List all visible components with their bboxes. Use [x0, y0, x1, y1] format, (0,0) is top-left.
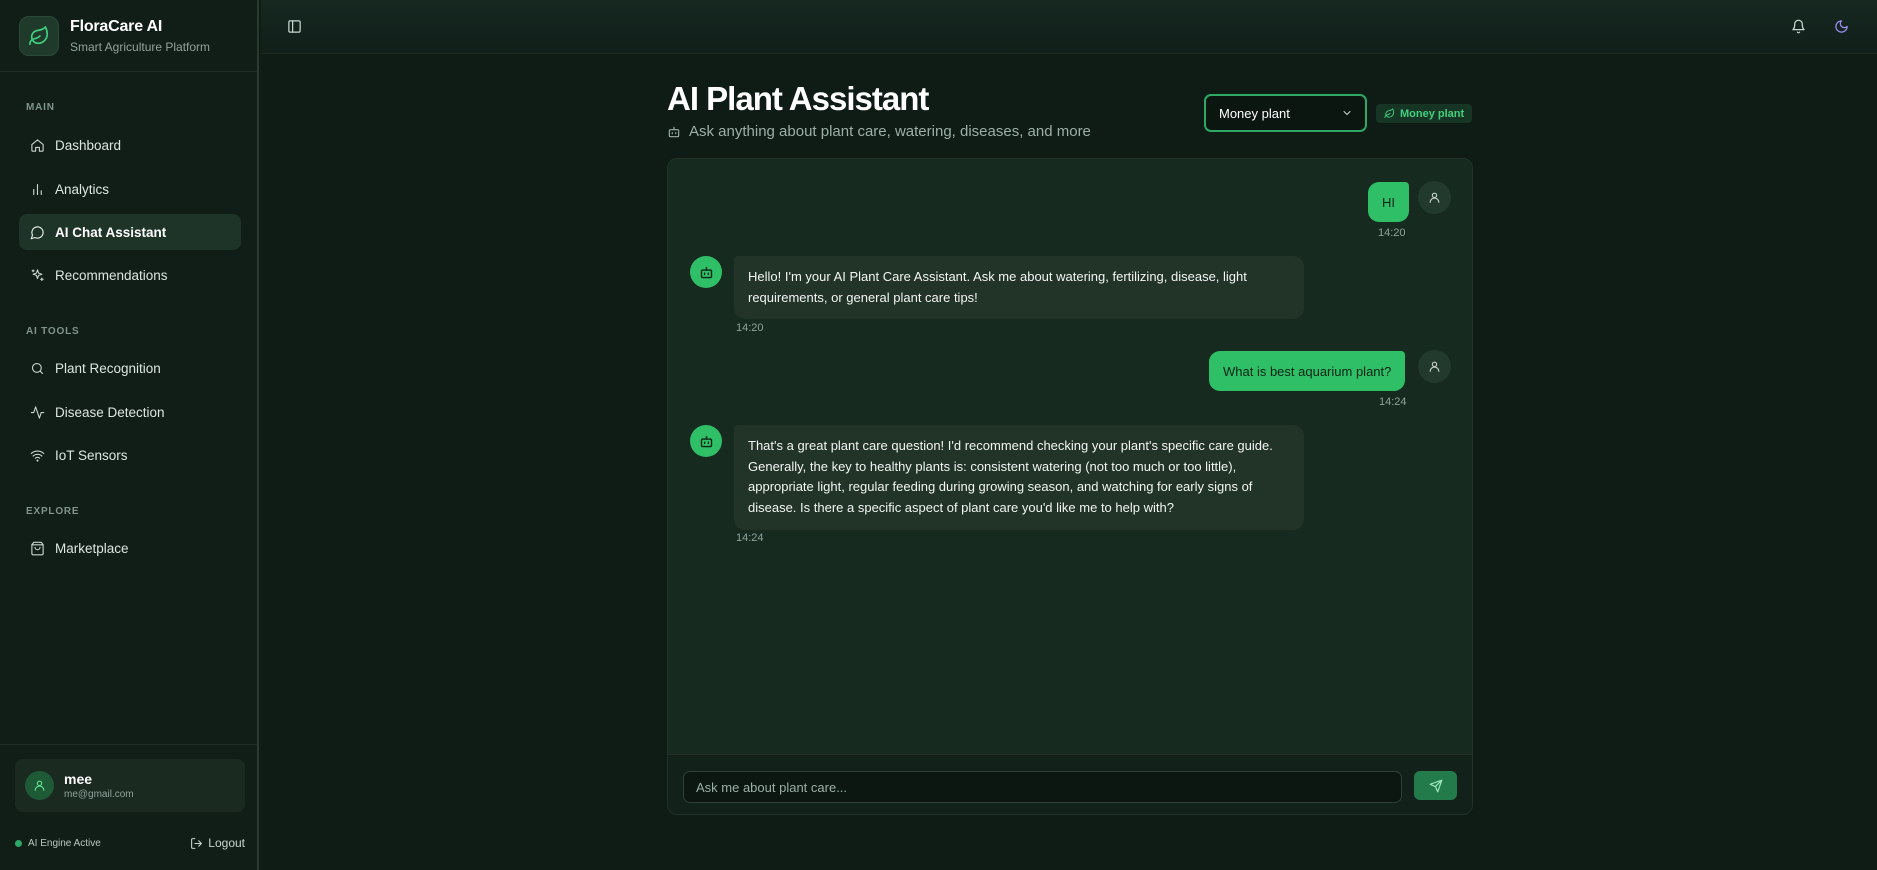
- sparkles-icon: [31, 268, 44, 281]
- sidebar-item-label: Dashboard: [55, 137, 122, 153]
- leaf-icon: [1384, 108, 1395, 119]
- brand: FloraCare AI Smart Agriculture Platform: [0, 0, 257, 72]
- sidebar-item-label: AI Chat Assistant: [55, 224, 167, 240]
- wifi-icon: [30, 450, 45, 462]
- sidebar-toggle-icon[interactable]: [284, 16, 304, 36]
- sidebar-item-label: Plant Recognition: [55, 360, 161, 376]
- bar-chart-icon: [33, 183, 42, 195]
- activity-icon: [30, 405, 45, 419]
- sidebar-divider: [0, 744, 257, 745]
- plant-badge-label: Money plant: [1400, 107, 1465, 120]
- send-button[interactable]: [1414, 771, 1457, 800]
- sidebar-item-iot-sensors[interactable]: IoT Sensors: [19, 437, 241, 473]
- brand-subtitle: Smart Agriculture Platform: [70, 39, 211, 54]
- ai-status-label: AI Engine Active: [28, 837, 101, 849]
- bot-message: Hello! I'm your AI Plant Care Assistant.…: [734, 256, 1304, 320]
- message-timestamp: 14:20: [1378, 227, 1406, 239]
- plant-select[interactable]: Money plant: [1204, 94, 1367, 132]
- sidebar-item-label: IoT Sensors: [55, 447, 128, 463]
- page-title: AI Plant Assistant: [667, 80, 929, 117]
- sidebar-item-label: Recommendations: [55, 267, 168, 283]
- search-icon: [31, 362, 44, 374]
- logout-label: Logout: [208, 836, 245, 850]
- sidebar-item-label: Marketplace: [55, 540, 129, 556]
- topbar: [261, 0, 1877, 54]
- message-timestamp: 14:24: [736, 532, 764, 544]
- home-icon: [31, 138, 44, 152]
- sidebar-item-dashboard[interactable]: Dashboard: [19, 127, 241, 163]
- ai-status: AI Engine Active: [15, 838, 101, 849]
- send-icon: [1429, 779, 1442, 792]
- sidebar: FloraCare AI Smart Agriculture Platform …: [0, 0, 259, 870]
- logout-button[interactable]: Logout: [190, 836, 245, 850]
- user-name: mee: [64, 771, 93, 787]
- sidebar-item-disease-detection[interactable]: Disease Detection: [19, 394, 241, 430]
- bot-message: That's a great plant care question! I'd …: [734, 425, 1304, 530]
- status-dot-icon: [15, 839, 22, 847]
- chevron-down-icon: [1343, 111, 1351, 115]
- plant-select-value: Money plant: [1219, 105, 1290, 121]
- user-email: me@gmail.com: [64, 789, 134, 800]
- user-message: HI: [1368, 182, 1409, 222]
- sidebar-item-label: Disease Detection: [55, 404, 165, 420]
- plant-badge: Money plant: [1376, 104, 1473, 123]
- message-timestamp: 14:24: [1379, 396, 1407, 408]
- sidebar-footer: AI Engine Active Logout: [15, 836, 245, 850]
- bot-avatar-icon: [690, 256, 722, 288]
- message-timestamp: 14:20: [736, 322, 764, 334]
- user-card[interactable]: mee me@gmail.com: [15, 759, 245, 812]
- nav-section-explore: EXPLORE: [26, 506, 80, 517]
- brand-title: FloraCare AI: [70, 17, 163, 35]
- sidebar-item-ai-chat-assistant[interactable]: AI Chat Assistant: [19, 214, 241, 250]
- user-avatar-icon: [1418, 350, 1451, 383]
- sidebar-item-analytics[interactable]: Analytics: [19, 171, 241, 207]
- sidebar-item-plant-recognition[interactable]: Plant Recognition: [19, 350, 241, 386]
- bot-avatar-icon: [690, 425, 722, 457]
- chat-icon: [30, 225, 44, 239]
- chat-panel: HI 14:20 Hello! I'm your AI Plant Care A…: [667, 158, 1473, 815]
- nav-section-main: MAIN: [26, 102, 55, 113]
- logout-icon: [191, 837, 203, 849]
- user-message: What is best aquarium plant?: [1209, 351, 1406, 391]
- composer: [668, 754, 1472, 814]
- moon-icon[interactable]: [1831, 16, 1851, 36]
- user-avatar-icon: [1418, 181, 1451, 214]
- chat-input[interactable]: [683, 771, 1402, 803]
- nav-section-ai-tools: AI TOOLS: [26, 326, 80, 337]
- shopping-bag-icon: [31, 541, 44, 555]
- bell-icon[interactable]: [1788, 16, 1808, 36]
- sidebar-item-label: Analytics: [55, 181, 110, 197]
- page-subtitle: Ask anything about plant care, watering,…: [667, 123, 1091, 140]
- leaf-logo-icon: [19, 15, 59, 56]
- sidebar-item-marketplace[interactable]: Marketplace: [19, 530, 241, 566]
- bot-icon: [668, 126, 680, 137]
- page-subtitle-text: Ask anything about plant care, watering,…: [689, 123, 1091, 140]
- user-avatar-icon: [25, 771, 54, 800]
- sidebar-item-recommendations[interactable]: Recommendations: [19, 257, 241, 293]
